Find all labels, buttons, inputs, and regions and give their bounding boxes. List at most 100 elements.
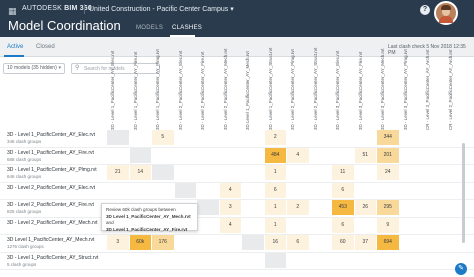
- clash-cell[interactable]: 5: [152, 130, 174, 145]
- column-header[interactable]: CR - Level 3_PacificCenter_AY_Arch.rvt: [425, 50, 442, 130]
- column-header-label: 3D - Level 1_PacificCenter_AY_Fire.rvt: [132, 51, 138, 130]
- row-model-name: 3D - Level 2_PacificCenter_AY_Mech.rvt: [7, 219, 98, 226]
- clash-cell[interactable]: 4: [219, 217, 241, 233]
- table-row[interactable]: 3D - Level 2_PacificCenter_AY_Fire.rvt 82…: [0, 199, 106, 217]
- clash-cell[interactable]: 1: [264, 165, 286, 180]
- column-header-label: 3D - Level 1_PacificCenter_AY_Struct.rvt: [267, 47, 273, 130]
- vertical-scrollbar[interactable]: [462, 143, 465, 243]
- row-divider: [0, 269, 474, 270]
- top-bar: ▦ AUTODESK BIM 360 United Construction -…: [0, 0, 474, 37]
- clash-cell[interactable]: 2: [264, 130, 286, 145]
- column-header[interactable]: 3D - Level 1_PacificCenter_AY_Fire.rvt: [133, 52, 150, 130]
- self-cell: [107, 130, 129, 145]
- divider: [84, 4, 85, 14]
- column-header-label: 3D - Level 2_PacificCenter_AY_Fire.rvt: [200, 51, 205, 130]
- column-header[interactable]: 3D - Level 2_PacificCenter_AY_Elec.rvt: [178, 51, 195, 130]
- clash-cell[interactable]: 6: [287, 235, 309, 250]
- clash-cell[interactable]: 6: [332, 182, 354, 198]
- clash-cell[interactable]: 37: [354, 235, 376, 250]
- clash-cell[interactable]: 694: [377, 235, 399, 250]
- clash-cell[interactable]: 1: [264, 200, 286, 215]
- column-header[interactable]: 3D - Level 1_PacificCenter_AY_Plmg.rvt: [155, 49, 172, 130]
- column-header[interactable]: CR - Level 2_PacificCenter_AY_Arch.rvt: [448, 50, 465, 130]
- clash-cell[interactable]: 4: [287, 147, 309, 163]
- clash-tooltip: Review 60k clash groups between 3D Level…: [101, 203, 198, 232]
- column-header-label: 3D - Level 3_PacificCenter_AY_Elec.rvt: [335, 50, 340, 130]
- column-header[interactable]: 3D - Level 2_PacificCenter_AY_Mech.rvt: [223, 49, 240, 130]
- column-header-label: 3D - Level 2_PacificCenter_AY_Plmg.rvt: [290, 49, 295, 130]
- search-input[interactable]: [84, 65, 158, 73]
- column-header[interactable]: 3D Level 1_PacificCenter_AY_Mech.rvt: [245, 51, 262, 130]
- table-row[interactable]: 3D - Level 2_PacificCenter_AY_Elec.rvt: [0, 182, 106, 200]
- clash-cell[interactable]: 6: [264, 182, 286, 198]
- row-model-name: 3D - Level 1_PacificCenter_AY_Elec.rvt: [7, 132, 96, 138]
- table-row[interactable]: 3D - Level 1_PacificCenter_AY_Plmg.rvt 64…: [0, 164, 106, 182]
- app-grid-icon[interactable]: ▦: [8, 6, 17, 17]
- column-header[interactable]: 3D - Level 3_PacificCenter_AY_Fire.rvt: [358, 52, 375, 130]
- column-header[interactable]: 3D - Level 1_PacificCenter_AY_Struct.rvt: [268, 48, 285, 130]
- clash-cell[interactable]: 201: [377, 147, 399, 163]
- clash-cell[interactable]: 9: [377, 217, 399, 233]
- clash-cell[interactable]: 26: [354, 200, 376, 215]
- column-header-label: 3D - Level 1_PacificCenter_AY_Plmg.rvt: [155, 49, 160, 130]
- project-selector[interactable]: United Construction - Pacific Center Cam…: [89, 5, 234, 13]
- row-model-name: 3D - Level 1_PacificCenter_AY_Fire.rvt: [7, 149, 94, 156]
- row-model-name: 3D - Level 1_PacificCenter_AY_Plmg.rvt: [7, 167, 97, 173]
- self-cell: [197, 200, 219, 215]
- clash-cell[interactable]: 4: [219, 182, 241, 198]
- table-row[interactable]: 3D Level 1_PacificCenter_AY_Mech.rvt 1276…: [0, 234, 106, 252]
- clash-cell[interactable]: 16: [264, 235, 286, 250]
- row-clash-count: 688 clash groups: [7, 156, 42, 162]
- clash-cell[interactable]: 3: [107, 235, 129, 250]
- clash-cell[interactable]: 3: [219, 200, 241, 215]
- column-header-label: 3D Level 1_PacificCenter_AY_Mech.rvt: [245, 51, 250, 130]
- column-header[interactable]: 3D - Level 2_PacificCenter_AY_Struct.rvt: [313, 48, 330, 130]
- clash-cell[interactable]: 6: [332, 217, 354, 233]
- clash-cell[interactable]: 60k: [129, 235, 151, 250]
- column-header[interactable]: 3D - Level 3_PacificCenter_AY_Mech.rvt: [380, 49, 397, 130]
- table-row[interactable]: 3D - Level 1_PacificCenter_AY_Fire.rvt 68…: [0, 147, 106, 165]
- tab-models[interactable]: MODELS: [136, 25, 163, 31]
- clash-cell[interactable]: 11: [332, 165, 354, 180]
- clash-cell[interactable]: 295: [377, 200, 399, 215]
- column-header[interactable]: 3D - Level 3_PacificCenter_AY_Elec.rvt: [335, 51, 352, 130]
- column-header[interactable]: 3D - Level 2_PacificCenter_AY_Plmg.rvt: [290, 49, 307, 130]
- column-header[interactable]: 3D - Level 3_PacificCenter_AY_Plmg.rvt: [403, 49, 420, 130]
- row-model-name: 3D - Level 2_PacificCenter_AY_Fire.rvt: [7, 202, 94, 208]
- column-header-label: 3D - Level 2_PacificCenter_AY_Struct.rvt: [312, 47, 318, 130]
- column-header-label: 3D - Level 3_PacificCenter_AY_Fire.rvt: [357, 51, 363, 130]
- clash-cell[interactable]: 14: [129, 165, 151, 180]
- row-clash-count: 646 clash groups: [7, 174, 42, 179]
- column-header-label: 3D - Level 3_PacificCenter_AY_Plmg.rvt: [402, 49, 408, 130]
- model-filter-dropdown[interactable]: 10 models (35 hidden) ▾: [3, 63, 65, 74]
- help-icon[interactable]: ?: [420, 5, 430, 15]
- search-box[interactable]: ⚲: [71, 63, 160, 74]
- self-cell: [264, 252, 286, 268]
- table-row[interactable]: 3D - Level 2_PacificCenter_AY_Mech.rvt: [0, 217, 106, 235]
- clash-cell[interactable]: 24: [377, 165, 399, 180]
- column-header-label: 3D - Level 1_PacificCenter_AY_Elec.rvt: [110, 50, 115, 130]
- clash-cell[interactable]: 2: [287, 200, 309, 215]
- clash-cell[interactable]: 453: [332, 200, 354, 215]
- table-row[interactable]: 3D - Level 1_PacificCenter_AY_Elec.rvt 34…: [0, 129, 106, 147]
- table-row[interactable]: 3D - Level 1_PacificCenter_AY_Struct.rvt…: [0, 252, 106, 270]
- clash-cell[interactable]: 51: [354, 147, 376, 163]
- clash-cell[interactable]: 60: [332, 235, 354, 250]
- row-model-name: 3D - Level 2_PacificCenter_AY_Elec.rvt: [7, 184, 96, 191]
- column-header[interactable]: 3D - Level 1_PacificCenter_AY_Elec.rvt: [110, 51, 127, 130]
- clash-cell[interactable]: 21: [107, 165, 129, 180]
- clash-cell[interactable]: 484: [264, 147, 286, 163]
- clash-cell[interactable]: 344: [377, 130, 399, 145]
- self-cell: [174, 182, 196, 198]
- comment-icon[interactable]: ✎: [455, 263, 467, 275]
- column-header[interactable]: 3D - Level 2_PacificCenter_AY_Fire.rvt: [200, 52, 217, 130]
- search-icon: ⚲: [75, 65, 80, 71]
- tab-active[interactable]: Active: [7, 44, 23, 50]
- clash-cell[interactable]: 1: [264, 217, 286, 233]
- tab-clashes[interactable]: CLASHES: [172, 25, 202, 31]
- tab-closed[interactable]: Closed: [36, 44, 55, 50]
- self-cell: [242, 235, 264, 250]
- self-cell: [129, 147, 151, 163]
- avatar[interactable]: [434, 1, 458, 25]
- clash-cell[interactable]: 176: [152, 235, 174, 250]
